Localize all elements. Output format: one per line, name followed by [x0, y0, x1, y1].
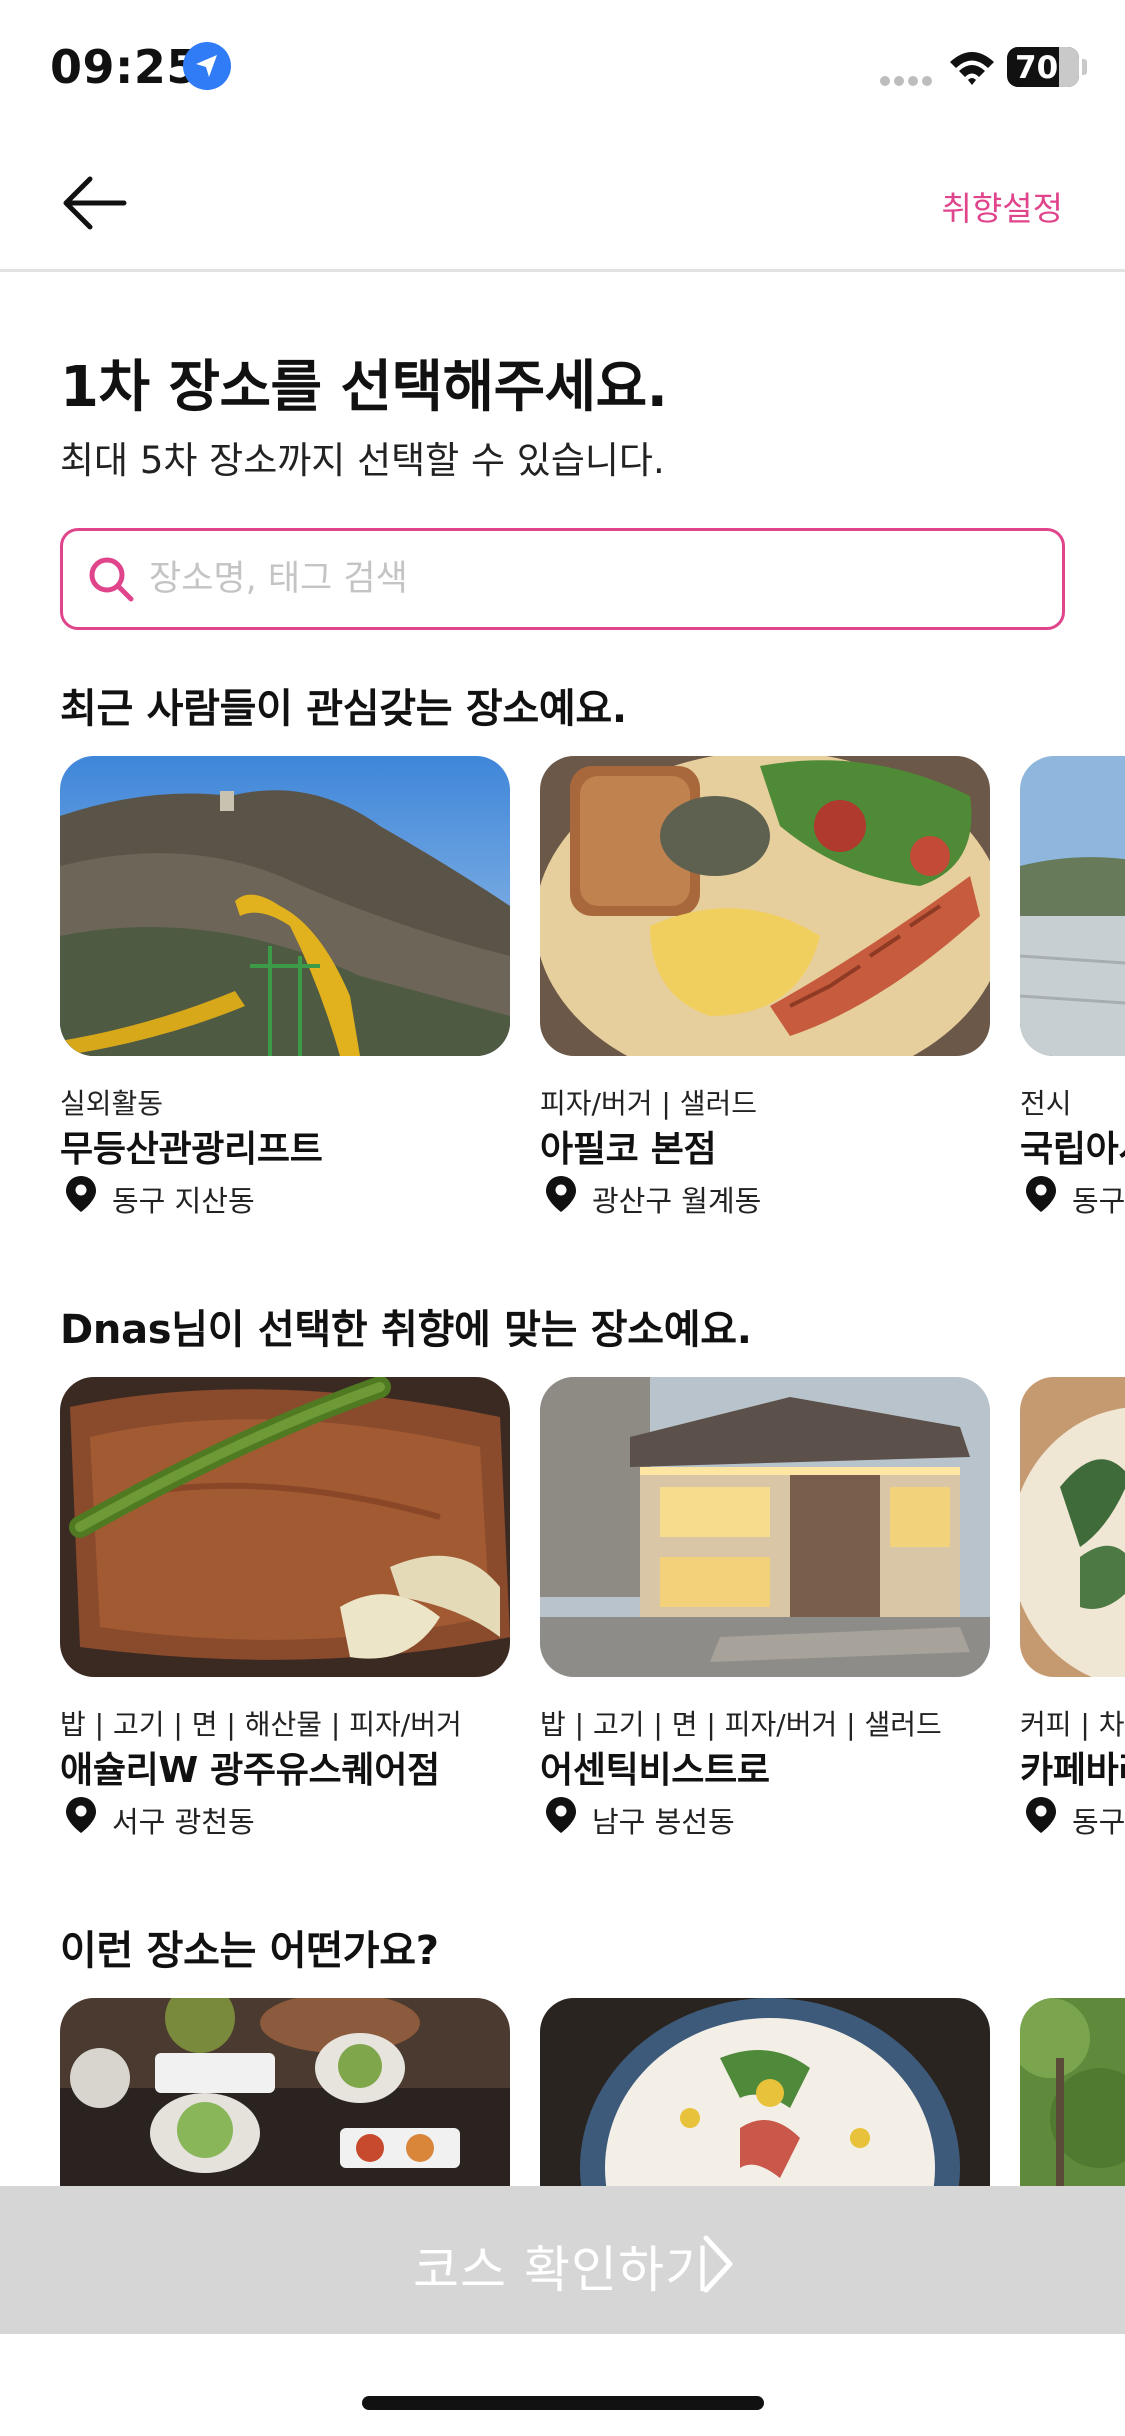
preference-settings-button[interactable]: 취향설정: [942, 182, 1063, 230]
search-box[interactable]: [60, 528, 1065, 630]
location-pin-icon: [66, 1176, 96, 1212]
status-time: 09:25: [50, 40, 199, 94]
nav-bar: 취향설정: [0, 140, 1125, 272]
place-category: 밥 | 고기 | 면 | 해산물 | 피자/버거: [60, 1708, 462, 1741]
place-location-text: 서구 광천동: [112, 1805, 255, 1839]
place-category: 피자/버거 | 샐러드: [540, 1087, 757, 1120]
location-arrow-icon: [183, 42, 231, 90]
search-input[interactable]: [149, 549, 1029, 609]
location-pin-icon: [1026, 1797, 1056, 1833]
section-title-trending: 최근 사람들이 관심갖는 장소예요.: [60, 686, 627, 732]
place-category: 전시: [1020, 1087, 1072, 1120]
battery-level: 70: [1015, 50, 1059, 86]
place-category: 실외활동: [60, 1087, 164, 1120]
back-button[interactable]: [58, 168, 138, 238]
place-image-lift: [60, 756, 510, 1056]
view-course-label: 코스 확인하기: [413, 2241, 712, 2299]
home-indicator: [362, 2396, 764, 2410]
battery-icon: 70: [1007, 47, 1079, 87]
page-title: 1차 장소를 선택해주세요.: [60, 355, 668, 420]
place-image-steak: [60, 1377, 510, 1677]
place-name: 국립아시아문화전당: [1020, 1129, 1125, 1170]
place-card[interactable]: 밥 | 고기 | 면 | 해산물 | 피자/버거 애슐리W 광주유스퀘어점 서구…: [60, 1377, 510, 1839]
arrow-left-icon: [63, 176, 127, 230]
place-name: 애슐리W 광주유스퀘어점: [60, 1750, 440, 1791]
card-row-recommended[interactable]: 밥 | 고기 | 면 | 해산물 | 피자/버거 애슐리W 광주유스퀘어점 서구…: [0, 1377, 1125, 1847]
battery-nub: [1082, 59, 1087, 75]
place-image-bistro: [540, 1377, 990, 1677]
place-name: 아필코 본점: [540, 1129, 717, 1170]
search-icon: [89, 557, 134, 602]
place-category: 밥 | 고기 | 면 | 피자/버거 | 샐러드: [540, 1708, 942, 1741]
page-subtitle: 최대 5차 장소까지 선택할 수 있습니다.: [60, 439, 665, 482]
place-location-text: 동구 광산동: [1072, 1184, 1125, 1218]
place-name: 어센틱비스트로: [540, 1750, 770, 1791]
place-name: 무등산관광리프트: [60, 1129, 323, 1170]
place-card[interactable]: 실외활동 무등산관광리프트 동구 지산동: [60, 756, 510, 1218]
place-card[interactable]: 밥 | 고기 | 면 | 피자/버거 | 샐러드 어센틱비스트로 남구 봉선동: [540, 1377, 990, 1839]
place-name: 카페바라: [1020, 1750, 1125, 1791]
place-location-text: 남구 봉선동: [592, 1805, 735, 1839]
place-image-culture-center: [1020, 756, 1125, 1056]
location-pin-icon: [1026, 1176, 1056, 1212]
location-pin-icon: [546, 1176, 576, 1212]
location-pin-icon: [66, 1797, 96, 1833]
card-row-trending[interactable]: 실외활동 무등산관광리프트 동구 지산동 피자/버거 | 샐러드 아필코 본점 …: [0, 756, 1125, 1226]
place-card[interactable]: 전시 국립아시아문화전당 동구 광산동: [1020, 756, 1125, 1218]
view-course-button[interactable]: 코스 확인하기: [0, 2186, 1125, 2334]
signal-icon: [880, 71, 936, 86]
section-title-suggested: 이런 장소는 어떤가요?: [60, 1928, 439, 1974]
place-image-brunch: [540, 756, 990, 1056]
place-location-text: 동구 동명동: [1072, 1805, 1125, 1839]
location-pin-icon: [546, 1797, 576, 1833]
place-image-cafe: [1020, 1377, 1125, 1677]
place-category: 커피 | 차: [1020, 1708, 1125, 1741]
status-bar: 09:25 70: [0, 0, 1125, 140]
wifi-icon: [950, 52, 994, 85]
place-card[interactable]: 커피 | 차 카페바라 동구 동명동: [1020, 1377, 1125, 1839]
place-location-text: 광산구 월계동: [592, 1184, 762, 1218]
section-title-recommended: Dnas님이 선택한 취향에 맞는 장소예요.: [60, 1307, 752, 1353]
place-location-text: 동구 지산동: [112, 1184, 255, 1218]
place-card[interactable]: 피자/버거 | 샐러드 아필코 본점 광산구 월계동: [540, 756, 990, 1218]
chevron-right-icon: [703, 2235, 733, 2293]
